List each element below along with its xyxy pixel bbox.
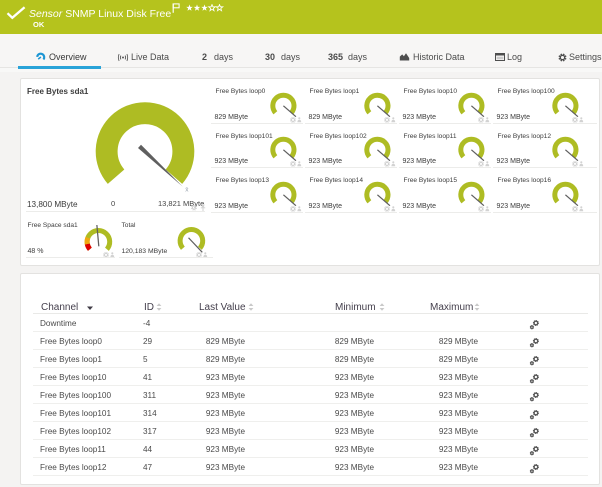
svg-text:x̄: x̄ — [185, 187, 189, 194]
